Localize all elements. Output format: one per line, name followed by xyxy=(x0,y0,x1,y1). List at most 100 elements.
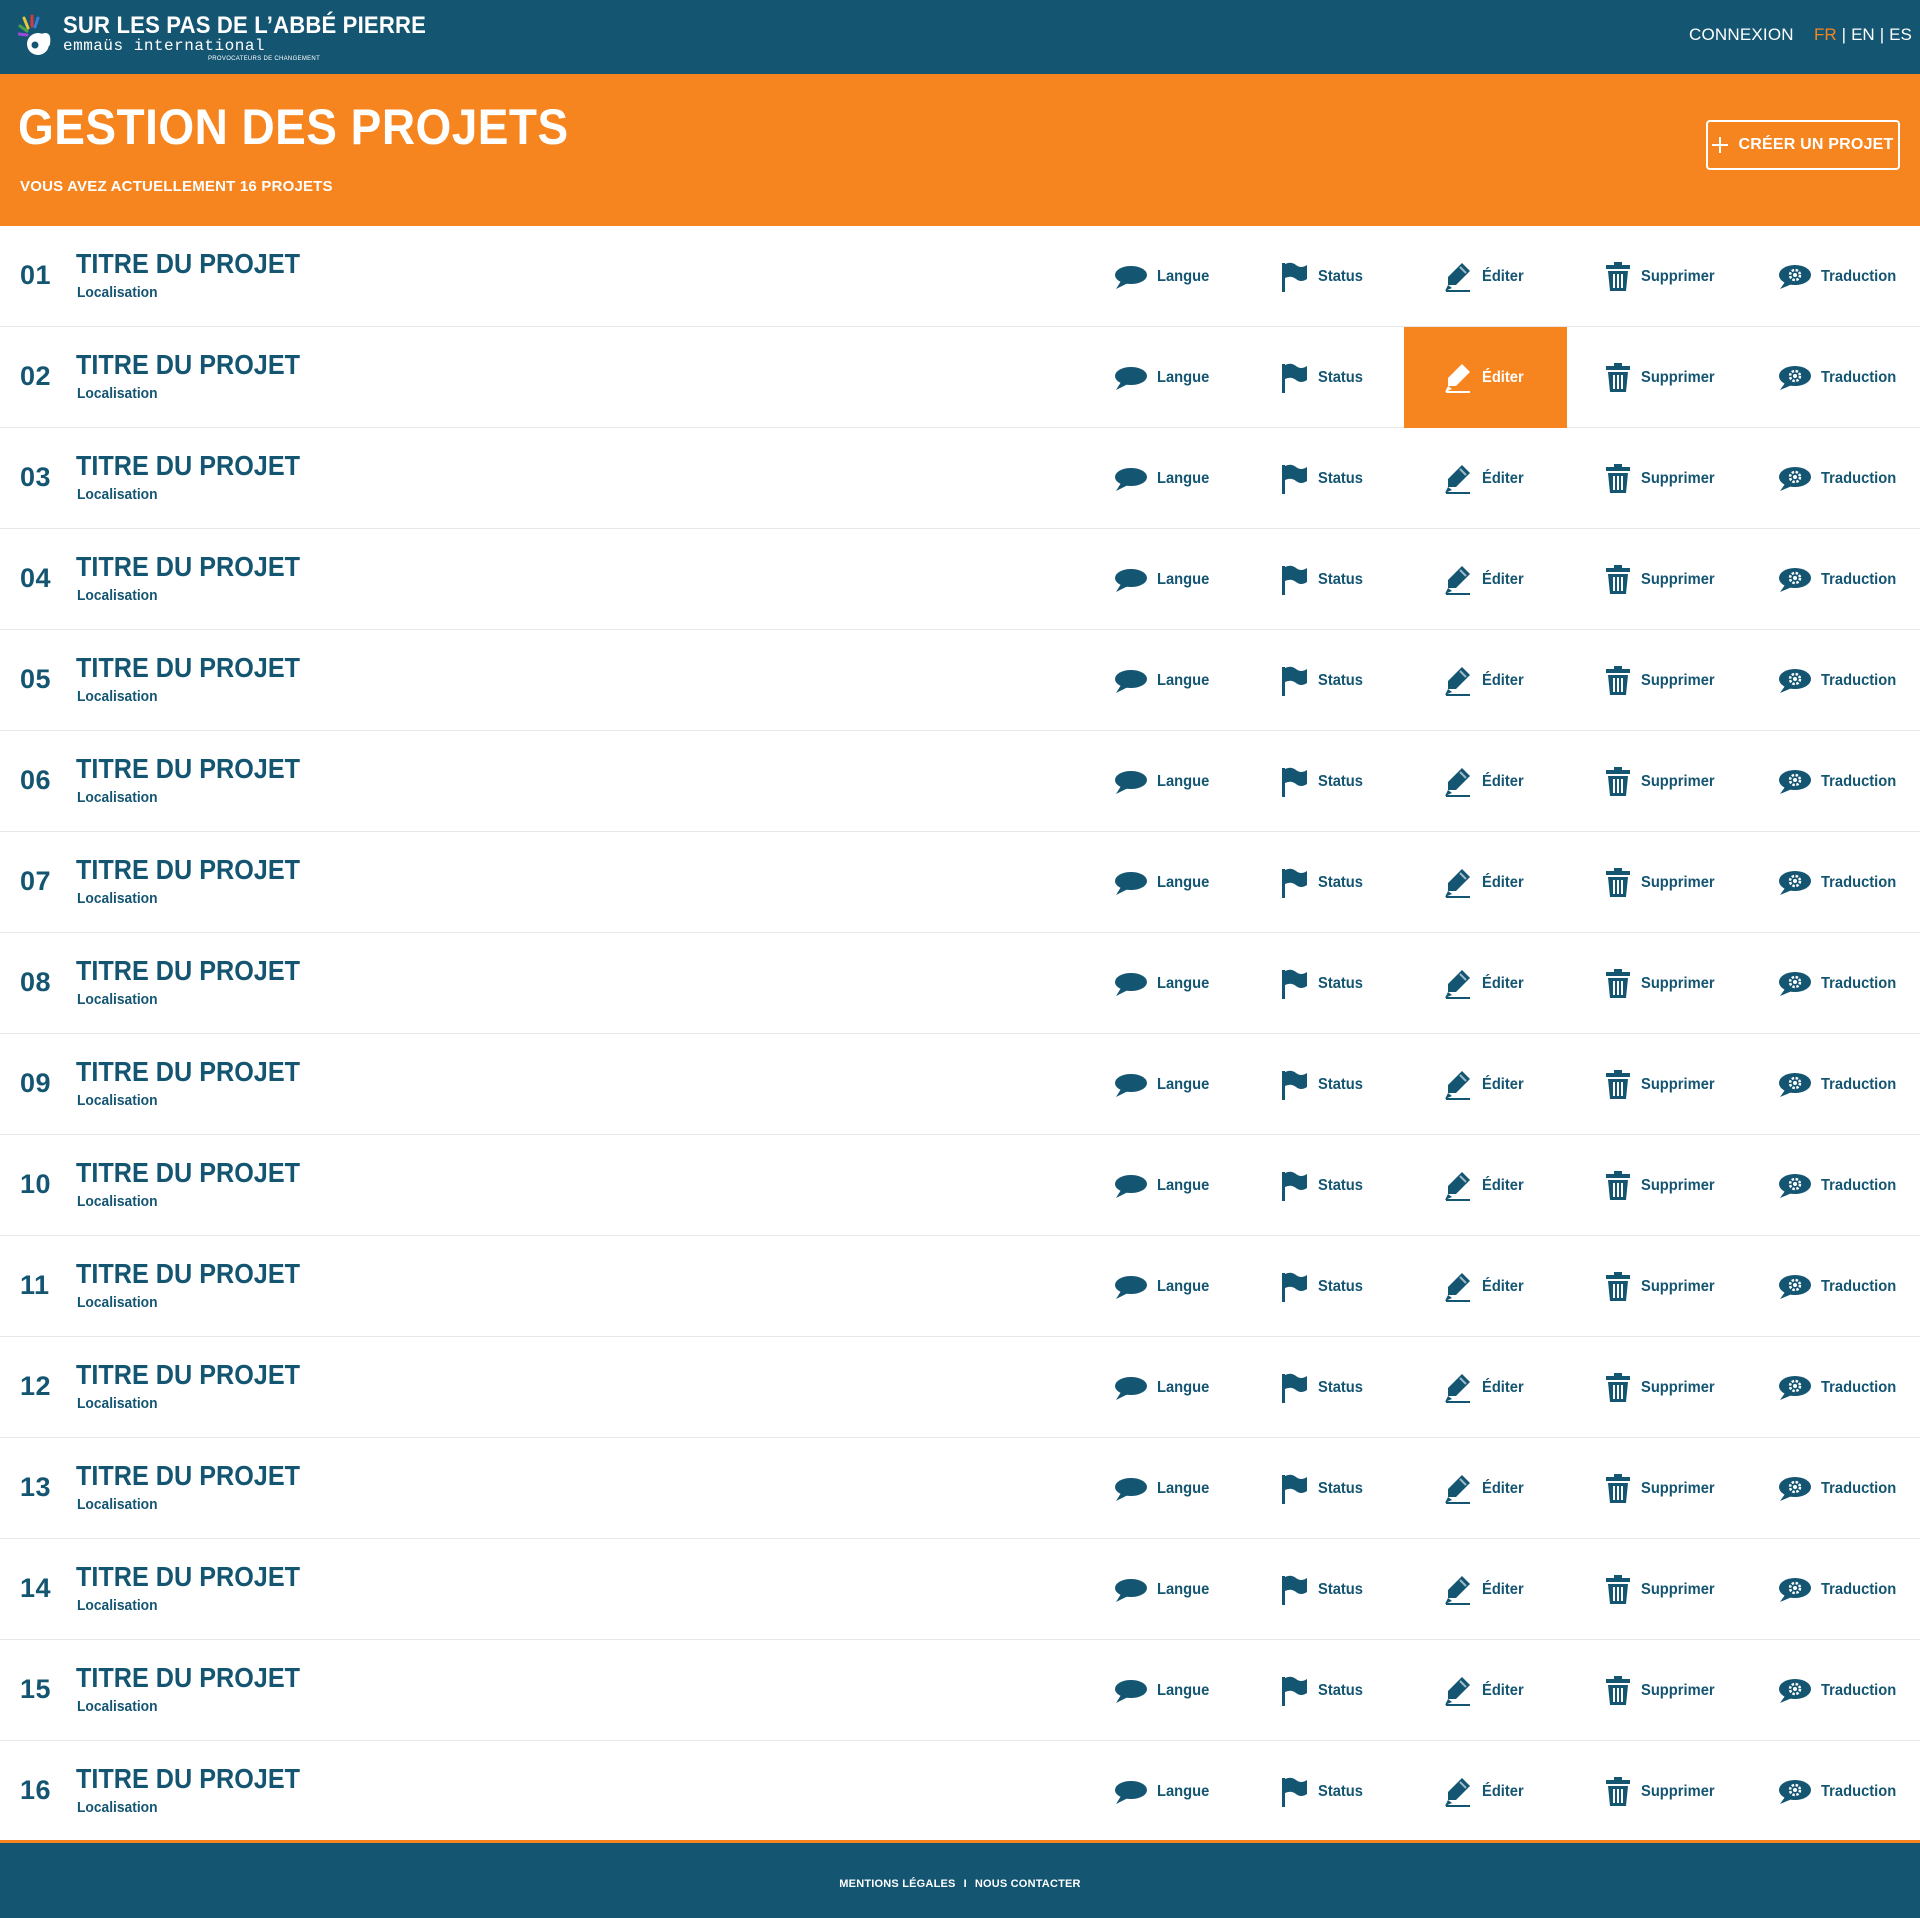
translate-button[interactable]: Traduction xyxy=(1777,1741,1917,1842)
edit-button[interactable]: Éditer xyxy=(1404,1438,1567,1539)
langue-button[interactable]: Langue xyxy=(1113,1438,1223,1539)
edit-button[interactable]: Éditer xyxy=(1404,428,1567,529)
langue-button[interactable]: Langue xyxy=(1113,327,1223,428)
delete-button[interactable]: Supprimer xyxy=(1605,630,1735,731)
status-button[interactable]: Status xyxy=(1280,1034,1390,1135)
translate-button[interactable]: Traduction xyxy=(1777,428,1917,529)
project-title[interactable]: TITRE DU PROJET xyxy=(76,450,300,482)
langue-button[interactable]: Langue xyxy=(1113,630,1223,731)
status-button[interactable]: Status xyxy=(1280,1438,1390,1539)
edit-button[interactable]: Éditer xyxy=(1404,1539,1567,1640)
delete-button[interactable]: Supprimer xyxy=(1605,1337,1735,1438)
edit-button[interactable]: Éditer xyxy=(1404,630,1567,731)
edit-button[interactable]: Éditer xyxy=(1404,1337,1567,1438)
project-title[interactable]: TITRE DU PROJET xyxy=(76,1359,300,1391)
contact-link[interactable]: NOUS CONTACTER xyxy=(975,1878,1081,1890)
edit-button[interactable]: Éditer xyxy=(1404,1236,1567,1337)
project-title[interactable]: TITRE DU PROJET xyxy=(76,1258,300,1290)
edit-button[interactable]: Éditer xyxy=(1404,1135,1567,1236)
edit-button[interactable]: Éditer xyxy=(1404,933,1567,1034)
delete-button[interactable]: Supprimer xyxy=(1605,1034,1735,1135)
langue-button[interactable]: Langue xyxy=(1113,428,1223,529)
langue-button[interactable]: Langue xyxy=(1113,226,1223,327)
translate-button[interactable]: Traduction xyxy=(1777,529,1917,630)
translate-button[interactable]: Traduction xyxy=(1777,1640,1917,1741)
edit-button[interactable]: Éditer xyxy=(1404,832,1567,933)
login-link[interactable]: CONNEXION xyxy=(1689,25,1794,45)
delete-button[interactable]: Supprimer xyxy=(1605,1741,1735,1842)
status-button[interactable]: Status xyxy=(1280,327,1390,428)
project-title[interactable]: TITRE DU PROJET xyxy=(76,551,300,583)
delete-button[interactable]: Supprimer xyxy=(1605,1438,1735,1539)
delete-button[interactable]: Supprimer xyxy=(1605,1236,1735,1337)
lang-es[interactable]: ES xyxy=(1889,25,1912,44)
status-button[interactable]: Status xyxy=(1280,1135,1390,1236)
status-button[interactable]: Status xyxy=(1280,1236,1390,1337)
edit-button[interactable]: Éditer xyxy=(1404,529,1567,630)
edit-button[interactable]: Éditer xyxy=(1404,327,1567,428)
translate-button[interactable]: Traduction xyxy=(1777,832,1917,933)
langue-button[interactable]: Langue xyxy=(1113,1034,1223,1135)
langue-button[interactable]: Langue xyxy=(1113,933,1223,1034)
delete-button[interactable]: Supprimer xyxy=(1605,226,1735,327)
lang-en[interactable]: EN xyxy=(1851,25,1875,44)
translate-button[interactable]: Traduction xyxy=(1777,731,1917,832)
legal-link[interactable]: MENTIONS LÉGALES xyxy=(839,1878,955,1890)
project-title[interactable]: TITRE DU PROJET xyxy=(76,1157,300,1189)
status-button[interactable]: Status xyxy=(1280,1539,1390,1640)
langue-button[interactable]: Langue xyxy=(1113,1236,1223,1337)
langue-button[interactable]: Langue xyxy=(1113,1337,1223,1438)
project-title[interactable]: TITRE DU PROJET xyxy=(76,1662,300,1694)
brand-logo[interactable]: SUR LES PAS DE L’ABBÉ PIERRE emmaüs inte… xyxy=(18,10,426,66)
langue-button[interactable]: Langue xyxy=(1113,529,1223,630)
translate-button[interactable]: Traduction xyxy=(1777,1337,1917,1438)
translate-button[interactable]: Traduction xyxy=(1777,1438,1917,1539)
project-title[interactable]: TITRE DU PROJET xyxy=(76,955,300,987)
edit-button[interactable]: Éditer xyxy=(1404,1640,1567,1741)
edit-button[interactable]: Éditer xyxy=(1404,731,1567,832)
delete-button[interactable]: Supprimer xyxy=(1605,428,1735,529)
project-title[interactable]: TITRE DU PROJET xyxy=(76,1561,300,1593)
edit-button[interactable]: Éditer xyxy=(1404,1034,1567,1135)
status-button[interactable]: Status xyxy=(1280,731,1390,832)
delete-button[interactable]: Supprimer xyxy=(1605,731,1735,832)
create-project-button[interactable]: CRÉER UN PROJET xyxy=(1706,120,1900,170)
lang-fr[interactable]: FR xyxy=(1814,25,1837,44)
translate-button[interactable]: Traduction xyxy=(1777,1034,1917,1135)
project-title[interactable]: TITRE DU PROJET xyxy=(76,349,300,381)
delete-button[interactable]: Supprimer xyxy=(1605,933,1735,1034)
project-title[interactable]: TITRE DU PROJET xyxy=(76,1460,300,1492)
delete-button[interactable]: Supprimer xyxy=(1605,832,1735,933)
langue-button[interactable]: Langue xyxy=(1113,731,1223,832)
delete-button[interactable]: Supprimer xyxy=(1605,529,1735,630)
delete-button[interactable]: Supprimer xyxy=(1605,327,1735,428)
status-button[interactable]: Status xyxy=(1280,1741,1390,1842)
translate-button[interactable]: Traduction xyxy=(1777,1539,1917,1640)
translate-button[interactable]: Traduction xyxy=(1777,327,1917,428)
translate-button[interactable]: Traduction xyxy=(1777,1135,1917,1236)
status-button[interactable]: Status xyxy=(1280,933,1390,1034)
translate-button[interactable]: Traduction xyxy=(1777,226,1917,327)
edit-button[interactable]: Éditer xyxy=(1404,226,1567,327)
project-title[interactable]: TITRE DU PROJET xyxy=(76,753,300,785)
langue-button[interactable]: Langue xyxy=(1113,1640,1223,1741)
project-title[interactable]: TITRE DU PROJET xyxy=(76,1763,300,1795)
status-button[interactable]: Status xyxy=(1280,832,1390,933)
edit-button[interactable]: Éditer xyxy=(1404,1741,1567,1842)
status-button[interactable]: Status xyxy=(1280,1337,1390,1438)
project-title[interactable]: TITRE DU PROJET xyxy=(76,248,300,280)
langue-button[interactable]: Langue xyxy=(1113,832,1223,933)
status-button[interactable]: Status xyxy=(1280,1640,1390,1741)
delete-button[interactable]: Supprimer xyxy=(1605,1539,1735,1640)
langue-button[interactable]: Langue xyxy=(1113,1135,1223,1236)
translate-button[interactable]: Traduction xyxy=(1777,933,1917,1034)
project-title[interactable]: TITRE DU PROJET xyxy=(76,1056,300,1088)
status-button[interactable]: Status xyxy=(1280,226,1390,327)
delete-button[interactable]: Supprimer xyxy=(1605,1640,1735,1741)
project-title[interactable]: TITRE DU PROJET xyxy=(76,652,300,684)
status-button[interactable]: Status xyxy=(1280,529,1390,630)
translate-button[interactable]: Traduction xyxy=(1777,630,1917,731)
delete-button[interactable]: Supprimer xyxy=(1605,1135,1735,1236)
langue-button[interactable]: Langue xyxy=(1113,1741,1223,1842)
langue-button[interactable]: Langue xyxy=(1113,1539,1223,1640)
